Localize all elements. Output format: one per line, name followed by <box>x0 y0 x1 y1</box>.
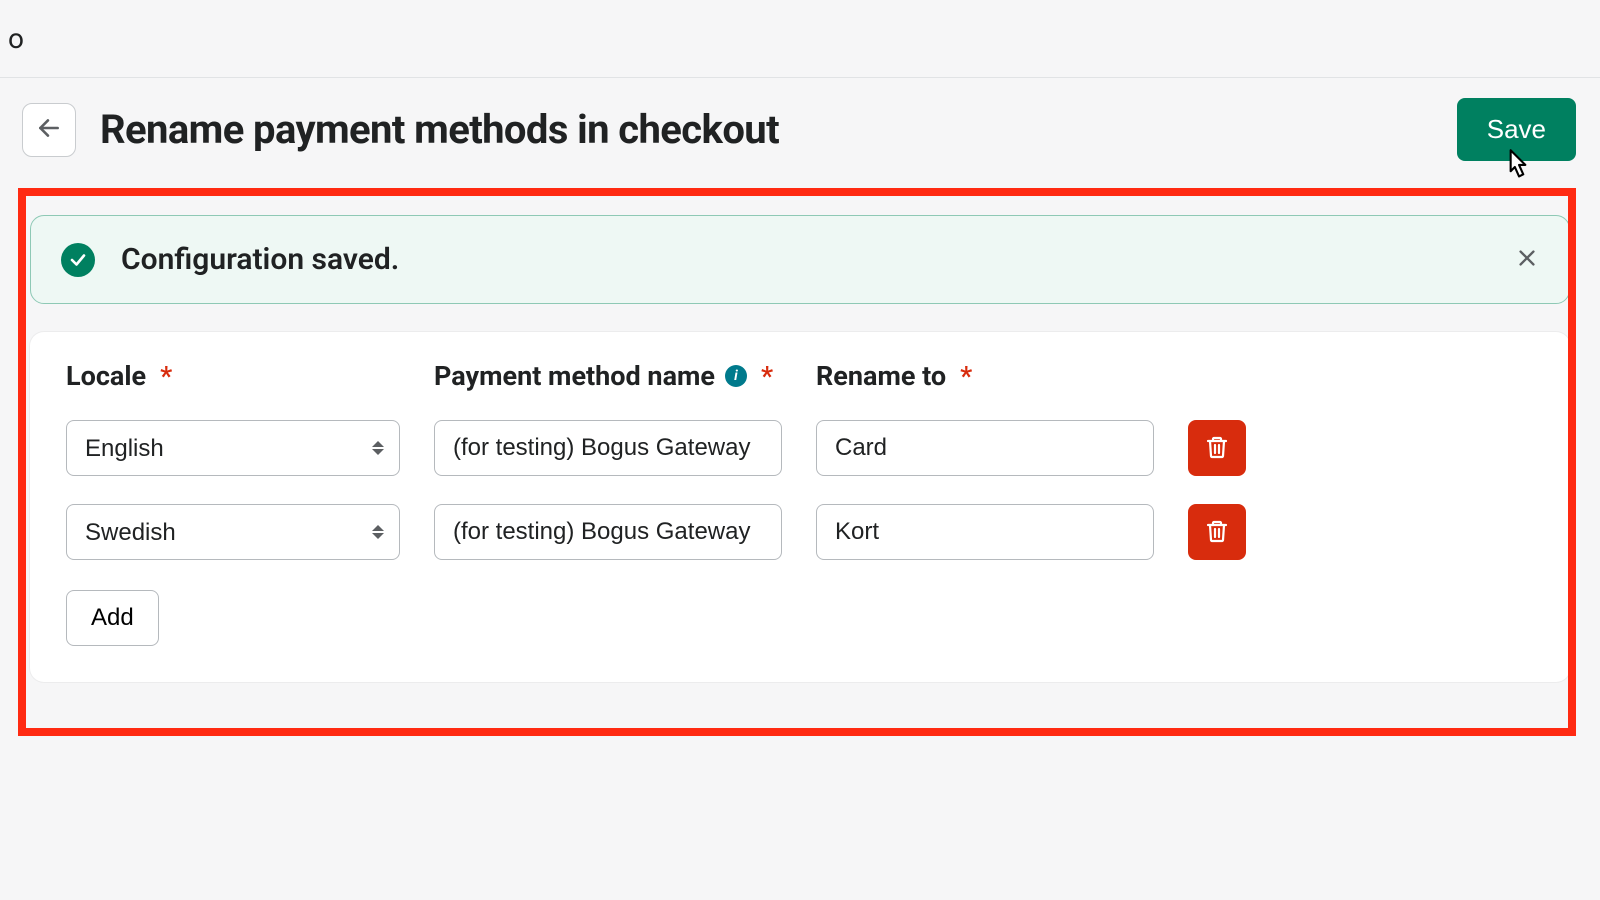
arrow-left-icon <box>36 115 62 144</box>
locale-select[interactable]: Swedish <box>66 504 400 560</box>
method-header-text: Payment method name <box>434 360 715 392</box>
rename-input[interactable] <box>816 504 1154 560</box>
top-strip-fragment: o <box>8 22 24 55</box>
required-marker: * <box>960 360 972 392</box>
table-row: English <box>66 420 1534 476</box>
table-row: Swedish <box>66 504 1534 560</box>
banner-close-button[interactable] <box>1507 240 1547 280</box>
locale-header-text: Locale <box>66 360 146 392</box>
check-circle-icon <box>61 243 95 277</box>
rename-header: Rename to * <box>816 360 1154 392</box>
trash-icon <box>1205 519 1229 546</box>
method-header: Payment method name i * <box>434 360 782 392</box>
config-card: Locale * Payment method name i * Rename t… <box>30 332 1570 682</box>
trash-icon <box>1205 435 1229 462</box>
content-area: Configuration saved. Locale * Payment met… <box>0 215 1600 682</box>
delete-row-button[interactable] <box>1188 504 1246 560</box>
save-button[interactable]: Save <box>1457 98 1576 161</box>
page-header: Rename payment methods in checkout Save <box>0 78 1600 175</box>
delete-row-button[interactable] <box>1188 420 1246 476</box>
add-row-button[interactable]: Add <box>66 590 159 646</box>
method-input[interactable] <box>434 420 782 476</box>
page-title: Rename payment methods in checkout <box>100 106 1433 153</box>
top-strip: o <box>0 0 1600 78</box>
required-marker: * <box>160 360 172 392</box>
header-row: Locale * Payment method name i * Rename t… <box>66 360 1534 392</box>
rename-header-text: Rename to <box>816 360 946 392</box>
method-input[interactable] <box>434 504 782 560</box>
required-marker: * <box>761 360 773 392</box>
locale-select[interactable]: English <box>66 420 400 476</box>
rename-input[interactable] <box>816 420 1154 476</box>
locale-header: Locale * <box>66 360 400 392</box>
banner-message: Configuration saved. <box>121 242 399 277</box>
info-icon[interactable]: i <box>725 365 747 387</box>
back-button[interactable] <box>22 103 76 157</box>
close-icon <box>1516 247 1538 273</box>
success-banner: Configuration saved. <box>30 215 1570 304</box>
